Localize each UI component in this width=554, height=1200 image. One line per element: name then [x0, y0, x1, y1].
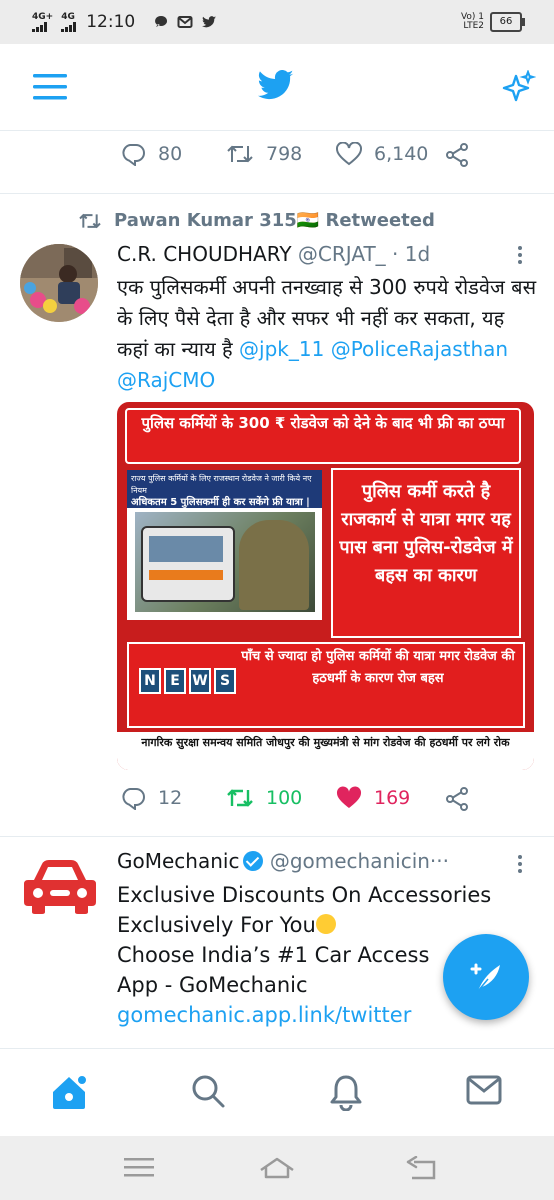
- tweet-time: 1d: [404, 242, 431, 266]
- ad-tweet-header: GoMechanic @gomechanicin···: [117, 849, 449, 873]
- search-icon[interactable]: [190, 1073, 226, 1109]
- caption-line-2: अधिकतम 5 पुलिसकर्मी ही कर सकेंगे फ्री या…: [131, 497, 310, 508]
- like-count: 6,140: [374, 143, 429, 165]
- retweet-icon: [227, 789, 253, 807]
- news-letter: S: [214, 668, 236, 694]
- mention-link[interactable]: @jpk_11: [239, 337, 324, 361]
- tweet-more-icon[interactable]: [517, 246, 523, 267]
- signal-2: 4G: [61, 11, 77, 32]
- lte-indicator: Vo) 1 LTE2: [461, 13, 484, 31]
- home-icon[interactable]: [50, 1073, 88, 1111]
- image-ticker: नागरिक सुरक्षा समन्वय समिति जोधपुर की मु…: [117, 732, 534, 770]
- author-avatar[interactable]: [20, 244, 98, 322]
- image-bottom-text: पाँच से ज्यादा हो पुलिस कर्मियों की यात्…: [241, 649, 515, 686]
- share-icon: [446, 143, 468, 167]
- retweet-button[interactable]: 798: [226, 142, 302, 166]
- app-bar: [0, 44, 554, 131]
- news-letter: E: [164, 668, 186, 694]
- compose-tweet-button[interactable]: [443, 934, 529, 1020]
- divider: [0, 836, 554, 837]
- police-graphic: [239, 520, 309, 610]
- menu-icon[interactable]: [33, 72, 67, 102]
- reply-icon: [122, 144, 145, 166]
- separator-dot: ·: [392, 242, 399, 266]
- reply-count: 80: [158, 143, 183, 165]
- battery-icon: 66: [490, 12, 525, 32]
- bottom-nav: [0, 1048, 554, 1137]
- signal-1: 4G+: [32, 11, 54, 32]
- messages-icon[interactable]: [466, 1073, 502, 1107]
- retweeted-by-label: Pawan Kumar 315🇮🇳 Retweeted: [114, 210, 435, 231]
- compose-feather-icon: [470, 963, 500, 992]
- mention-link[interactable]: @RajCMO: [117, 368, 215, 392]
- news-letter: W: [189, 668, 211, 694]
- back-icon[interactable]: [404, 1156, 438, 1182]
- share-button[interactable]: [444, 786, 470, 812]
- ad-more-icon[interactable]: [517, 855, 523, 876]
- image-photo-caption: राज्य पुलिस कर्मियों के लिए राजस्थान रोड…: [127, 470, 322, 508]
- reply-button[interactable]: 80: [120, 142, 182, 166]
- mention-link[interactable]: @PoliceRajasthan: [331, 337, 508, 361]
- like-button[interactable]: 6,140: [336, 142, 428, 166]
- image-right-text: पुलिस कर्मी करते है राजकार्य से यात्रा म…: [331, 468, 521, 638]
- tweet-image[interactable]: पुलिस कर्मियों के 300 ₹ रोडवेज को देने क…: [117, 402, 534, 770]
- bus-graphic: [141, 526, 235, 602]
- share-button[interactable]: [444, 142, 470, 168]
- tweet-text: एक पुलिसकर्मी अपनी तनख्वाह से 300 रुपये …: [117, 272, 537, 396]
- retweet-context[interactable]: Pawan Kumar 315🇮🇳 Retweeted: [78, 210, 435, 231]
- share-icon: [446, 787, 468, 811]
- ad-line-2: Exclusively For You: [117, 913, 316, 937]
- star-struck-emoji-icon: [315, 914, 336, 934]
- reply-count: 12: [158, 787, 183, 809]
- mail-notification-icon: [177, 16, 193, 28]
- reply-button[interactable]: 12: [120, 786, 182, 810]
- twitter-bird-icon: [258, 70, 294, 100]
- reply-icon: [122, 788, 145, 810]
- tweet-header: C.R. CHOUDHARY @CRJAT_ · 1d: [117, 242, 430, 266]
- chat-notification-icon: [155, 16, 168, 27]
- image-headline: पुलिस कर्मियों के 300 ₹ रोडवेज को देने क…: [125, 408, 521, 464]
- notifications-icon[interactable]: [329, 1073, 363, 1111]
- lte-label: LTE2: [463, 21, 484, 31]
- ad-line-1: Exclusive Discounts On Accessories: [117, 883, 492, 907]
- menu-lines-icon[interactable]: [124, 1156, 154, 1178]
- prev-tweet-actions: 80 798 6,140: [0, 142, 554, 182]
- like-button[interactable]: 169: [336, 786, 410, 810]
- status-bar: 4G+ 4G 12:10 Vo) 1 LTE2 66: [0, 0, 554, 44]
- retweet-count: 100: [266, 787, 303, 809]
- network-1-label: 4G+: [32, 11, 54, 22]
- network-2-label: 4G: [61, 11, 75, 22]
- like-count: 169: [374, 787, 411, 809]
- twitter-notification-icon: [202, 16, 217, 28]
- home-outline-icon[interactable]: [258, 1156, 296, 1180]
- heart-icon: [336, 142, 362, 166]
- news-letter: N: [139, 668, 161, 694]
- retweet-button[interactable]: 100: [226, 786, 302, 810]
- divider: [0, 193, 554, 194]
- heart-filled-icon: [336, 786, 362, 808]
- sparkle-icon[interactable]: [500, 70, 536, 106]
- ad-author-name[interactable]: GoMechanic: [117, 849, 239, 873]
- gomechanic-logo-icon[interactable]: [22, 856, 98, 916]
- image-photo-panel: राज्य पुलिस कर्मियों के लिए राजस्थान रोड…: [127, 470, 322, 620]
- retweet-count: 798: [266, 143, 303, 165]
- retweet-icon: [227, 145, 253, 163]
- clock: 12:10: [86, 12, 136, 32]
- verified-badge-icon: [243, 851, 264, 871]
- author-handle[interactable]: @CRJAT_: [298, 242, 386, 266]
- retweet-small-icon: [79, 213, 101, 228]
- system-nav: [0, 1136, 554, 1200]
- ad-author-handle[interactable]: @gomechanicin···: [270, 849, 449, 873]
- tweet-actions: 12 100 169: [0, 786, 554, 826]
- caption-line-1: राज्य पुलिस कर्मियों के लिए राजस्थान रोड…: [131, 474, 312, 495]
- news-logo: N E W S: [139, 668, 236, 694]
- author-name[interactable]: C.R. CHOUDHARY: [117, 242, 292, 266]
- avatar-photo: [20, 244, 98, 322]
